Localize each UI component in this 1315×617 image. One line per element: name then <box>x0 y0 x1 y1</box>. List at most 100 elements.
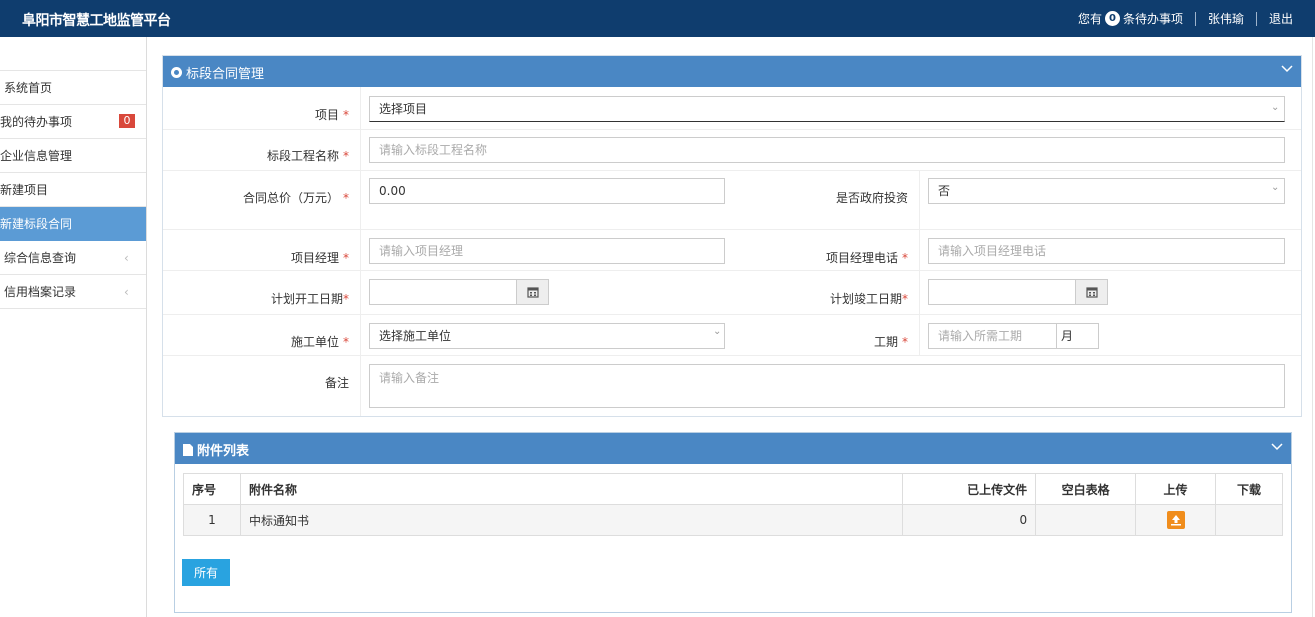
remark-textarea[interactable]: 请输入备注 <box>369 364 1285 408</box>
contract-price-input[interactable]: 0.00 <box>369 178 725 204</box>
todo-link[interactable]: 您有 0 条待办事项 <box>1078 10 1183 27</box>
plan-end-label: 计划竣工日期* <box>829 292 908 306</box>
manager-phone-label: 项目经理电话 * <box>825 251 908 265</box>
divider <box>360 230 361 270</box>
row-blank-form <box>1035 504 1137 536</box>
chevron-down-icon: ⌄ <box>1271 182 1280 193</box>
todo-prefix: 您有 <box>1077 12 1102 26</box>
sidebar-item-my-todo[interactable]: 我的待办事项 0 <box>0 105 146 139</box>
chevron-down-icon: ⌄ <box>713 326 722 337</box>
sidebar-item-label: 系统首页 <box>4 81 53 95</box>
divider <box>1194 11 1196 26</box>
collapse-icon[interactable] <box>1271 440 1283 455</box>
section-name-label: 标段工程名称 * <box>266 149 349 163</box>
form-row-project: 项目 * 选择项目 ⌄ <box>163 87 1301 130</box>
attachments-table: 序号 附件名称 已上传文件 空白表格 上传 下载 1 中标通知书 0 <box>183 473 1283 536</box>
duration-label: 工期 * <box>873 335 908 349</box>
divider <box>919 171 920 229</box>
divider <box>919 271 920 314</box>
chevron-left-icon: ‹ <box>124 285 129 299</box>
form-row-contractor: 施工单位 * 选择施工单位 ⌄ 工期 * 请输入所需工期 月 <box>163 315 1301 356</box>
duration-input[interactable]: 请输入所需工期 <box>928 323 1057 349</box>
todo-suffix: 条待办事项 <box>1122 12 1183 26</box>
divider <box>360 171 361 229</box>
form-row-remark: 备注 请输入备注 <box>163 356 1301 416</box>
sidebar-item-credit-records[interactable]: 信用档案记录 ‹ <box>0 275 146 309</box>
project-label: 项目 * <box>314 108 349 122</box>
sidebar-item-home[interactable]: 系统首页 <box>0 71 146 105</box>
plan-start-label: 计划开工日期* <box>270 292 349 306</box>
sidebar-item-info-query[interactable]: 综合信息查询 ‹ <box>0 241 146 275</box>
logout-link[interactable]: 退出 <box>1269 10 1293 27</box>
divider <box>1255 11 1257 26</box>
duration-unit: 月 <box>1057 323 1099 349</box>
collapse-icon[interactable] <box>1281 62 1293 77</box>
chevron-left-icon: ‹ <box>124 251 129 265</box>
panel-title-text: 标段合同管理 <box>186 67 265 82</box>
sidebar-item-label: 新建项目 <box>0 183 49 197</box>
row-name: 中标通知书 <box>239 504 904 536</box>
col-blank-form: 空白表格 <box>1035 473 1137 505</box>
form-row-section-name: 标段工程名称 * 请输入标段工程名称 <box>163 130 1301 171</box>
attachments-title: 附件列表 <box>183 440 249 459</box>
sidebar-item-label: 我的待办事项 <box>0 115 73 129</box>
divider <box>919 315 920 355</box>
contract-panel: 标段合同管理 项目 * 选择项目 ⌄ 标段工程名称 * 请输入标段工程名称 合同总价… <box>162 55 1302 417</box>
attachments-panel: 附件列表 序号 附件名称 已上传文件 空白表格 上传 下载 1 中标通知书 0 <box>174 432 1292 613</box>
divider <box>919 230 920 270</box>
form-row-dates: 计划开工日期* 计划竣工日期* <box>163 271 1301 315</box>
section-name-input[interactable]: 请输入标段工程名称 <box>369 137 1285 163</box>
row-index: 1 <box>183 504 241 536</box>
panel-title: 标段合同管理 <box>171 63 264 82</box>
sidebar-item-enterprise-info[interactable]: 企业信息管理 <box>0 139 146 173</box>
table-header-row: 序号 附件名称 已上传文件 空白表格 上传 下载 <box>183 473 1283 505</box>
col-download: 下载 <box>1215 473 1283 505</box>
manager-phone-input[interactable]: 请输入项目经理电话 <box>928 238 1285 264</box>
contract-price-label: 合同总价（万元） * <box>242 191 349 205</box>
sidebar-item-label: 企业信息管理 <box>0 149 73 163</box>
contractor-label: 施工单位 * <box>290 335 349 349</box>
file-icon <box>183 443 193 456</box>
all-button[interactable]: 所有 <box>182 559 230 586</box>
divider <box>360 271 361 314</box>
form-row-contract-price: 合同总价（万元） * 0.00 是否政府投资 否 ⌄ <box>163 171 1301 230</box>
page-edge <box>1312 37 1313 617</box>
project-select[interactable]: 选择项目 <box>369 96 1285 122</box>
remark-label: 备注 <box>324 376 349 390</box>
user-name-link[interactable]: 张伟瑜 <box>1208 10 1244 27</box>
divider <box>360 87 361 129</box>
attachments-header: 附件列表 <box>175 433 1291 464</box>
col-index: 序号 <box>183 473 241 505</box>
sidebar: 系统首页 我的待办事项 0 企业信息管理 新建项目 新建标段合同 综合信息查询 … <box>0 37 147 617</box>
col-name: 附件名称 <box>239 473 904 505</box>
divider <box>360 356 361 416</box>
row-upload-cell <box>1135 504 1216 536</box>
upload-icon[interactable] <box>1166 511 1185 529</box>
row-uploaded-count: 0 <box>902 504 1037 536</box>
todo-count-badge: 0 <box>119 114 135 128</box>
gov-invest-select[interactable]: 否 <box>928 178 1285 204</box>
plan-end-date-input[interactable] <box>928 279 1076 305</box>
attachments-title-text: 附件列表 <box>197 444 250 459</box>
plan-start-date-input[interactable] <box>369 279 517 305</box>
contractor-select[interactable]: 选择施工单位 <box>369 323 725 349</box>
circle-icon <box>171 67 182 78</box>
chevron-down-icon: ⌄ <box>1271 102 1280 113</box>
sidebar-item-new-section-contract[interactable]: 新建标段合同 <box>0 207 146 241</box>
app-title: 阜阳市智慧工地监管平台 <box>22 13 171 29</box>
row-download <box>1215 504 1283 536</box>
sidebar-item-label: 信用档案记录 <box>4 285 77 299</box>
form-row-manager: 项目经理 * 请输入项目经理 项目经理电话 * 请输入项目经理电话 <box>163 230 1301 271</box>
calendar-icon[interactable] <box>1076 279 1108 305</box>
divider <box>360 130 361 170</box>
sidebar-item-new-project[interactable]: 新建项目 <box>0 173 146 207</box>
top-bar: 阜阳市智慧工地监管平台 您有 0 条待办事项 张伟瑜 退出 <box>0 0 1315 37</box>
panel-header: 标段合同管理 <box>163 56 1301 87</box>
top-bar-right: 您有 0 条待办事项 张伟瑜 退出 <box>1078 10 1293 27</box>
sidebar-item-label: 新建标段合同 <box>0 217 73 231</box>
project-manager-input[interactable]: 请输入项目经理 <box>369 238 725 264</box>
table-row: 1 中标通知书 0 <box>183 504 1283 536</box>
calendar-icon[interactable] <box>517 279 549 305</box>
todo-count-badge: 0 <box>1104 11 1120 26</box>
col-upload: 上传 <box>1135 473 1216 505</box>
